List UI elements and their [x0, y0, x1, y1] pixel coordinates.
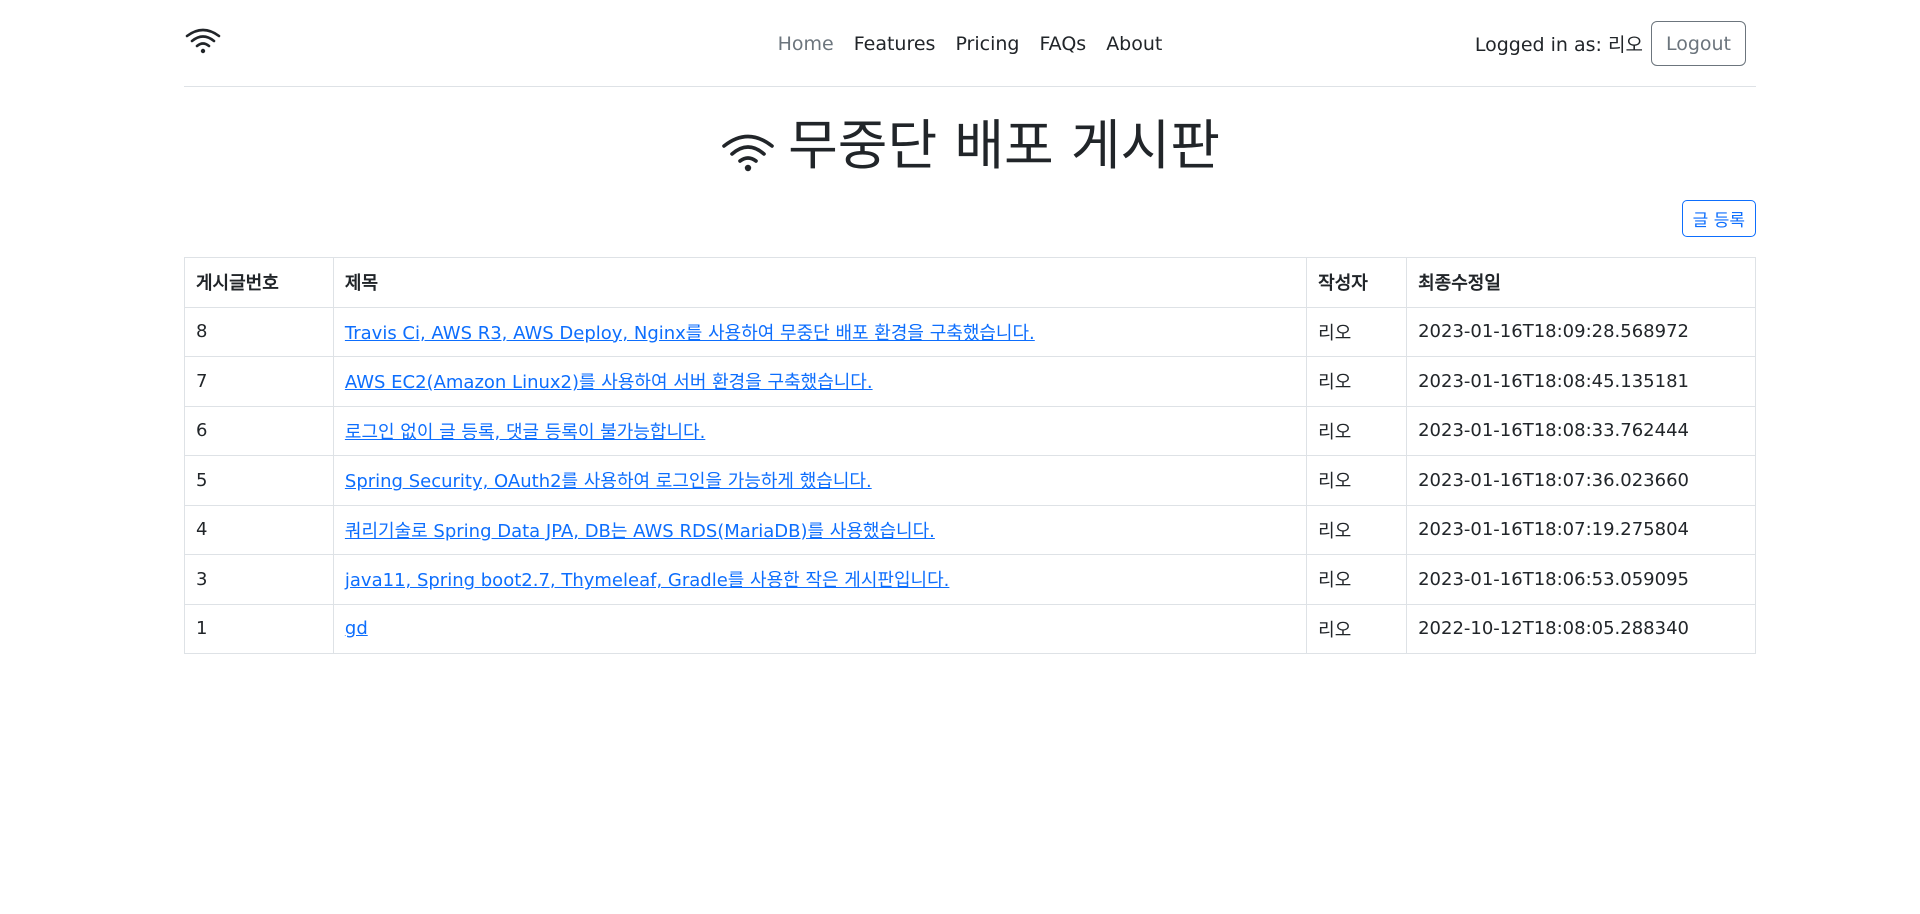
cell-author: 리오 [1306, 405, 1408, 456]
cell-modified: 2023-01-16T18:07:36.023660 [1406, 455, 1756, 506]
table-row: 6 로그인 없이 글 등록, 댓글 등록이 불가능합니다. 리오 2023-01… [184, 405, 1756, 456]
table-row: 1 gd 리오 2022-10-12T18:08:05.288340 [184, 603, 1756, 654]
post-title-link[interactable]: java11, Spring boot2.7, Thymeleaf, Gradl… [345, 570, 949, 591]
nav-home[interactable]: Home [768, 31, 844, 57]
nav-about[interactable]: About [1096, 31, 1172, 57]
cell-author: 리오 [1306, 504, 1408, 555]
header-author: 작성자 [1306, 257, 1408, 308]
cell-modified: 2023-01-16T18:08:33.762444 [1406, 405, 1756, 456]
cell-title: AWS EC2(Amazon Linux2)를 사용하여 서버 환경을 구축했습… [332, 356, 1308, 407]
cell-author: 리오 [1306, 603, 1408, 654]
cell-id: 1 [184, 603, 334, 654]
nav-features[interactable]: Features [844, 31, 946, 57]
cell-modified: 2023-01-16T18:08:45.135181 [1406, 356, 1756, 407]
page-container: Home Features Pricing FAQs About Logged … [184, 0, 1756, 654]
header-post-number: 게시글번호 [184, 257, 334, 308]
post-title-link[interactable]: AWS EC2(Amazon Linux2)를 사용하여 서버 환경을 구축했습… [345, 372, 873, 393]
post-title-link[interactable]: Spring Security, OAuth2를 사용하여 로그인을 가능하게 … [345, 471, 872, 492]
cell-title: 로그인 없이 글 등록, 댓글 등록이 불가능합니다. [332, 405, 1308, 456]
top-header: Home Features Pricing FAQs About Logged … [184, 0, 1756, 87]
cell-title: Spring Security, OAuth2를 사용하여 로그인을 가능하게 … [332, 455, 1308, 506]
cell-id: 6 [184, 405, 334, 456]
header-modified: 최종수정일 [1406, 257, 1756, 308]
post-title-link[interactable]: 로그인 없이 글 등록, 댓글 등록이 불가능합니다. [345, 422, 705, 443]
nav-faqs[interactable]: FAQs [1029, 31, 1096, 57]
cell-modified: 2023-01-16T18:07:19.275804 [1406, 504, 1756, 555]
page-title: 무중단 배포 게시판 [788, 114, 1220, 177]
table-row: 7 AWS EC2(Amazon Linux2)를 사용하여 서버 환경을 구축… [184, 356, 1756, 407]
header-title: 제목 [332, 257, 1308, 308]
cell-title: java11, Spring boot2.7, Thymeleaf, Gradl… [332, 554, 1308, 605]
cell-author: 리오 [1306, 306, 1408, 357]
cell-id: 5 [184, 455, 334, 506]
username: 리오 [1607, 34, 1643, 56]
table-row: 3 java11, Spring boot2.7, Thymeleaf, Gra… [184, 554, 1756, 605]
cell-modified: 2023-01-16T18:09:28.568972 [1406, 306, 1756, 357]
logout-button[interactable]: Logout [1650, 21, 1746, 66]
table-row: 5 Spring Security, OAuth2를 사용하여 로그인을 가능하… [184, 455, 1756, 506]
cell-id: 4 [184, 504, 334, 555]
cell-title: Travis Ci, AWS R3, AWS Deploy, Nginx를 사용… [332, 306, 1308, 357]
post-title-link[interactable]: 쿼리기술로 Spring Data JPA, DB는 AWS RDS(Maria… [345, 521, 935, 542]
post-title-link[interactable]: gd [345, 618, 368, 639]
cell-id: 3 [184, 554, 334, 605]
cell-id: 8 [184, 306, 334, 357]
logged-in-prefix: Logged in as: [1474, 34, 1602, 56]
post-title-link[interactable]: Travis Ci, AWS R3, AWS Deploy, Nginx를 사용… [345, 323, 1035, 344]
logged-in-label: Logged in as: 리오 [1475, 30, 1643, 57]
page-title-row: 무중단 배포 게시판 [184, 112, 1756, 180]
cell-author: 리오 [1306, 455, 1408, 506]
add-post-button[interactable]: 글 등록 [1681, 200, 1756, 237]
table-row: 8 Travis Ci, AWS R3, AWS Deploy, Nginx를 … [184, 306, 1756, 357]
cell-modified: 2023-01-16T18:06:53.059095 [1406, 554, 1756, 605]
cell-author: 리오 [1306, 356, 1408, 407]
table-row: 4 쿼리기술로 Spring Data JPA, DB는 AWS RDS(Mar… [184, 504, 1756, 555]
nav-pricing[interactable]: Pricing [945, 31, 1029, 57]
posts-table: 게시글번호 제목 작성자 최종수정일 8 Travis Ci, AWS R3, … [184, 257, 1756, 654]
cell-title: gd [332, 603, 1308, 654]
cell-modified: 2022-10-12T18:08:05.288340 [1406, 603, 1756, 654]
wifi-icon [722, 134, 774, 172]
cell-title: 쿼리기술로 Spring Data JPA, DB는 AWS RDS(Maria… [332, 504, 1308, 555]
table-header-row: 게시글번호 제목 작성자 최종수정일 [184, 257, 1756, 308]
cell-id: 7 [184, 356, 334, 407]
cell-author: 리오 [1306, 554, 1408, 605]
user-box: Logged in as: 리오 Logout [1475, 21, 1746, 66]
